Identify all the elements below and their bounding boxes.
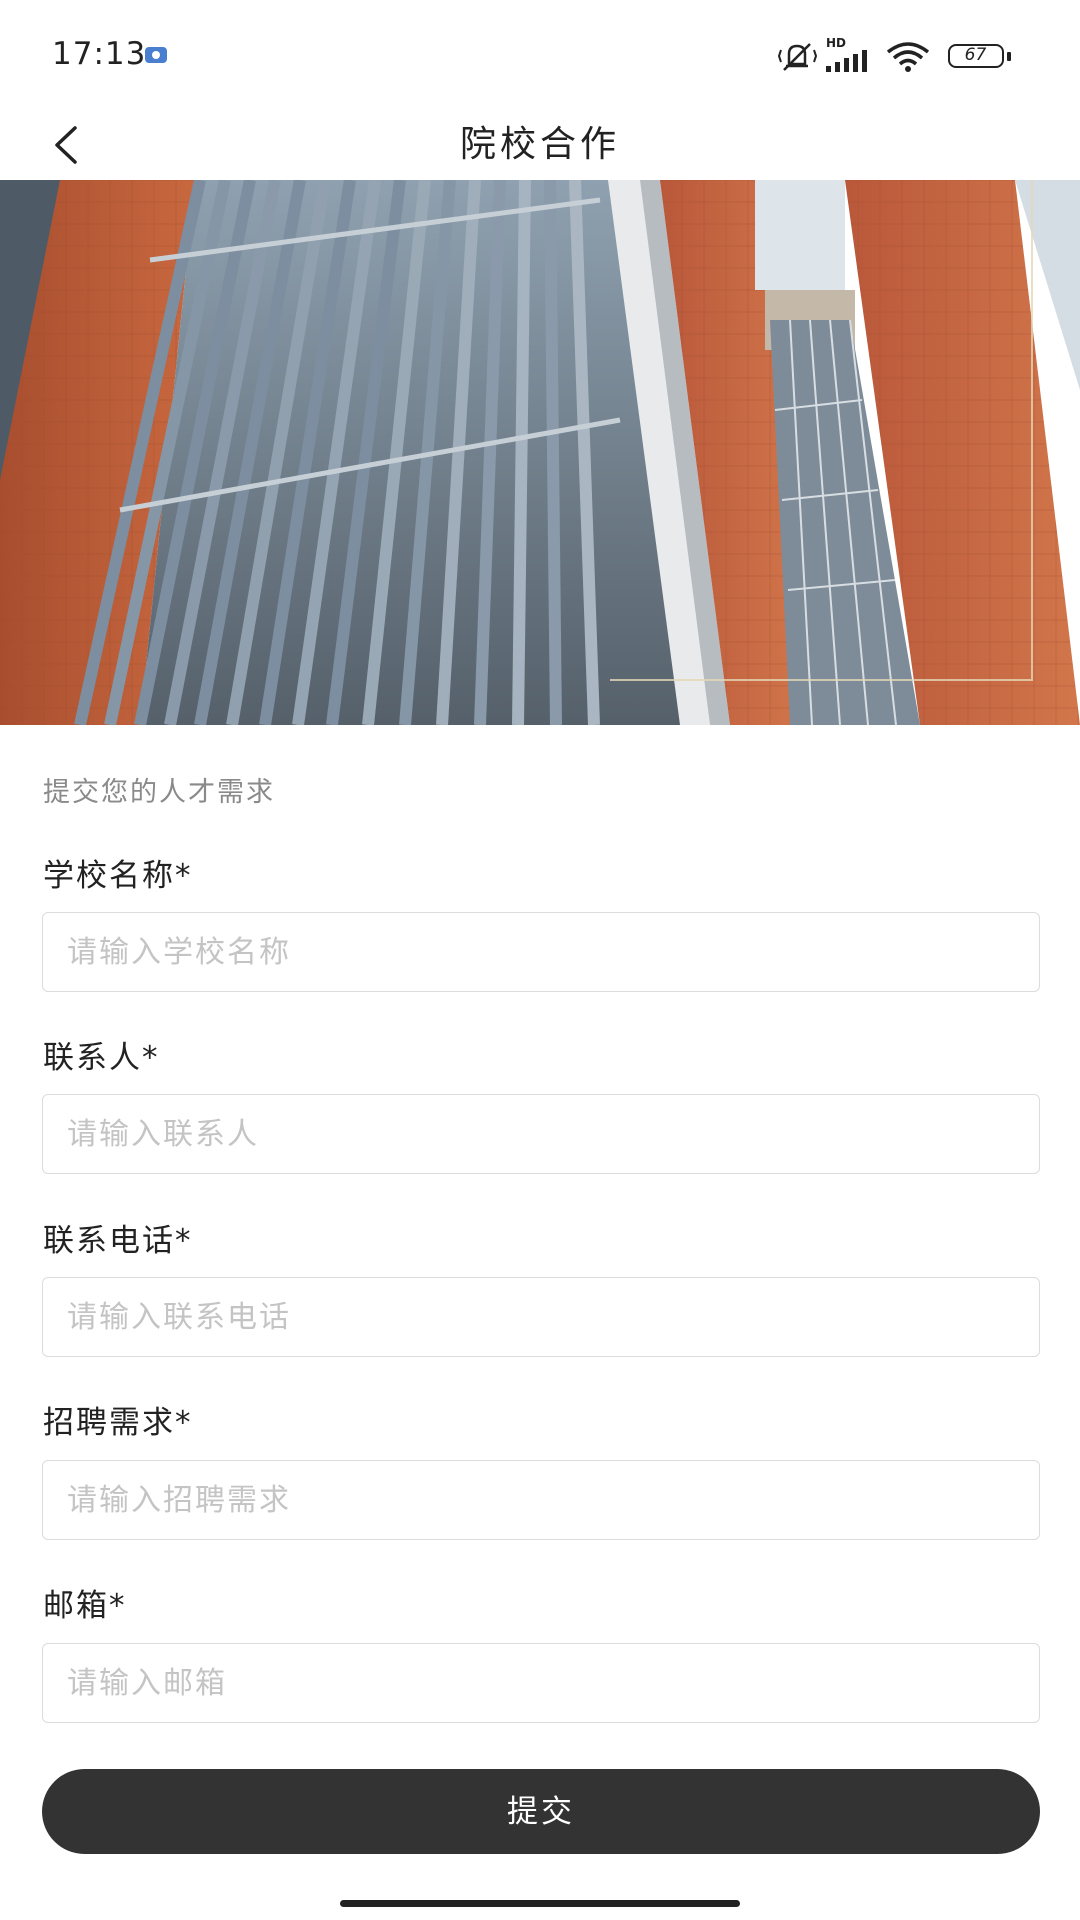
recruitment-needs-label: 招聘需求* — [43, 1405, 193, 1441]
contact-person-input[interactable] — [42, 1094, 1040, 1174]
mute-vibrate-icon — [777, 43, 818, 71]
contact-phone-label: 联系电话* — [43, 1223, 193, 1259]
recruitment-needs-input[interactable] — [42, 1460, 1040, 1540]
battery-nub — [1007, 52, 1011, 61]
app-header: 院校合作 — [0, 110, 1080, 180]
status-icons: HD 67 — [776, 36, 1016, 76]
notification-app-icon — [145, 47, 167, 63]
school-name-label: 学校名称* — [43, 858, 193, 894]
wifi-icon — [886, 42, 930, 72]
network-type-label: HD — [826, 36, 847, 50]
contact-person-label: 联系人* — [43, 1040, 160, 1076]
submit-button[interactable]: 提交 — [42, 1769, 1040, 1854]
page-title: 院校合作 — [459, 124, 620, 165]
school-name-input[interactable] — [42, 912, 1040, 992]
contact-phone-input[interactable] — [42, 1277, 1040, 1357]
email-input[interactable] — [42, 1643, 1040, 1723]
signal-icon — [826, 50, 867, 72]
email-label: 邮箱* — [43, 1588, 127, 1624]
banner-image — [0, 180, 1080, 725]
form-subtitle: 提交您的人才需求 — [43, 777, 275, 808]
building-photo — [0, 180, 1080, 725]
status-time: 17:13 — [52, 36, 147, 72]
status-bar: 17:13 HD 67 — [0, 0, 1080, 110]
home-indicator[interactable] — [340, 1900, 740, 1907]
battery-level: 67 — [964, 45, 987, 65]
battery-icon: 67 — [948, 44, 1004, 68]
